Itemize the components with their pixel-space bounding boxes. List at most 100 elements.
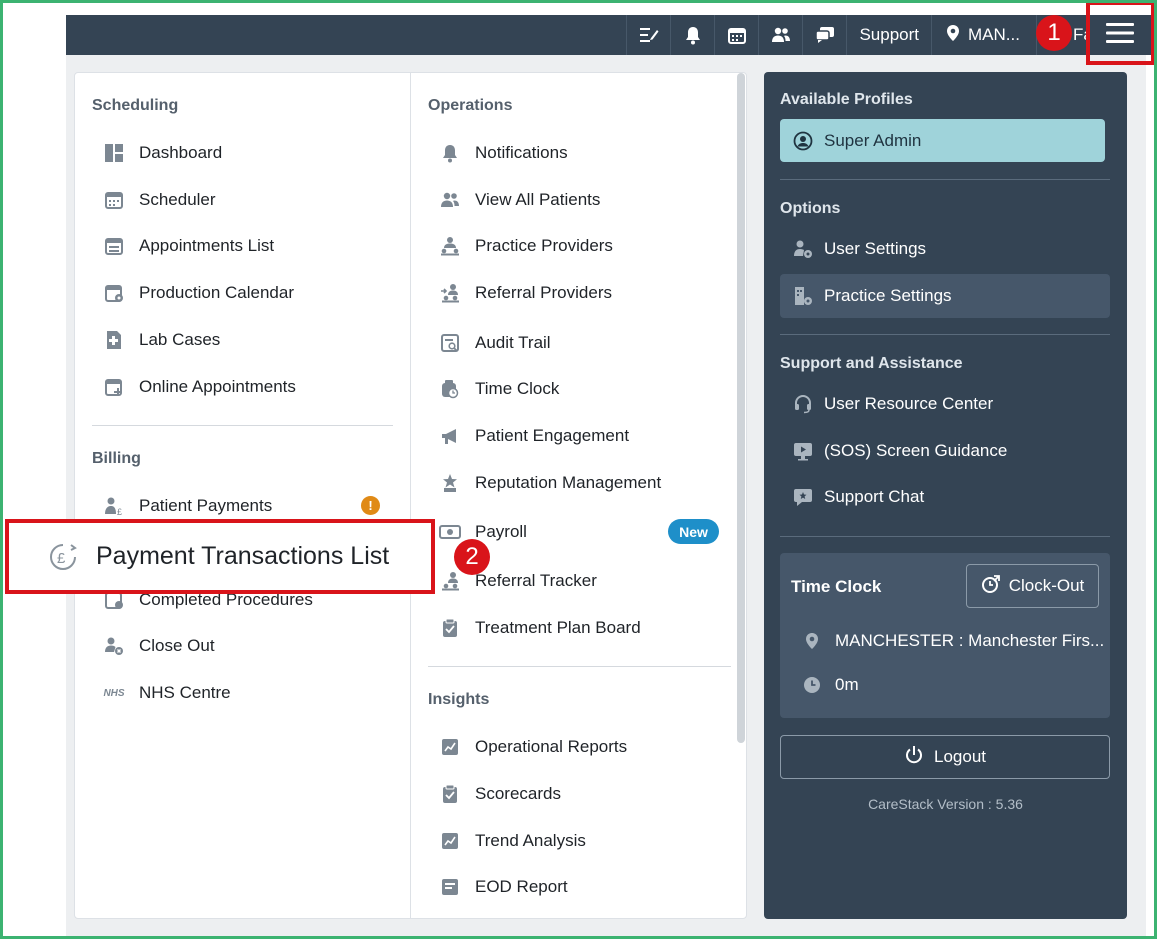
headset-icon bbox=[792, 393, 814, 415]
available-profiles-title: Available Profiles bbox=[780, 91, 913, 108]
billing-title: Billing bbox=[92, 450, 141, 467]
user-settings-item[interactable]: User Settings bbox=[780, 227, 1110, 271]
menu-item-label: Scheduler bbox=[139, 190, 216, 209]
time-clock-location: MANCHESTER : Manchester Firs... bbox=[802, 631, 1104, 651]
menu-scrollbar[interactable] bbox=[737, 73, 745, 743]
time-clock-icon bbox=[439, 378, 461, 400]
menu-item-audit-trail[interactable]: Audit Trail bbox=[439, 329, 551, 357]
clipboard-icon bbox=[439, 617, 461, 639]
payment-transactions-list-item[interactable]: £ Payment Transactions List bbox=[5, 519, 435, 594]
user-settings-label: User Settings bbox=[824, 239, 927, 258]
support-assistance-title: Support and Assistance bbox=[780, 355, 963, 372]
menu-button-highlight bbox=[1086, 1, 1155, 65]
menu-item-time-clock[interactable]: Time Clock bbox=[439, 375, 559, 403]
referral-tracker-icon bbox=[439, 570, 461, 592]
bell-icon[interactable] bbox=[670, 15, 714, 55]
dashboard-icon bbox=[103, 142, 125, 164]
menu-item-label: Referral Providers bbox=[475, 283, 612, 302]
menu-item-label: Dashboard bbox=[139, 143, 223, 162]
menu-item-label: Audit Trail bbox=[475, 333, 551, 352]
menu-item-eod-report[interactable]: EOD Report bbox=[439, 873, 568, 901]
menu-item-label: Payroll bbox=[475, 522, 527, 541]
map-pin-icon bbox=[946, 24, 960, 47]
menu-item-label: Production Calendar bbox=[139, 283, 294, 302]
clock-out-button[interactable]: Clock-Out bbox=[966, 564, 1099, 608]
chat-bubble-icon bbox=[792, 486, 814, 508]
support-chat-label: Support Chat bbox=[824, 487, 925, 506]
menu-item-reputation-management[interactable]: Reputation Management bbox=[439, 469, 661, 497]
menu-item-label: Reputation Management bbox=[475, 473, 662, 492]
menu-item-patient-payments[interactable]: £ Patient Payments bbox=[103, 492, 272, 520]
menu-item-scorecards[interactable]: Scorecards bbox=[439, 780, 561, 808]
menu-item-scheduler[interactable]: Scheduler bbox=[103, 186, 216, 214]
menu-item-notifications[interactable]: Notifications bbox=[439, 139, 568, 167]
support-link[interactable]: Support bbox=[846, 15, 931, 55]
profile-super-admin[interactable]: Super Admin bbox=[780, 119, 1105, 162]
version-text: CareStack Version : 5.36 bbox=[868, 796, 1023, 812]
menu-item-dashboard[interactable]: Dashboard bbox=[103, 139, 222, 167]
reputation-star-icon bbox=[439, 472, 461, 494]
lab-case-icon bbox=[103, 329, 125, 351]
menu-item-treatment-plan-board[interactable]: Treatment Plan Board bbox=[439, 614, 641, 642]
menu-item-label: Patient Payments bbox=[139, 496, 273, 515]
bell-icon bbox=[439, 142, 461, 164]
calendar-icon bbox=[103, 189, 125, 211]
menu-item-label: Close Out bbox=[139, 636, 215, 655]
menu-item-nhs-centre[interactable]: NHS NHS Centre bbox=[103, 679, 231, 707]
screen-guidance-item[interactable]: (SOS) Screen Guidance bbox=[780, 429, 1110, 473]
user-circle-icon bbox=[792, 130, 814, 152]
calendar-icon[interactable] bbox=[714, 15, 758, 55]
operations-title: Operations bbox=[428, 97, 513, 114]
menu-item-close-out[interactable]: Close Out bbox=[103, 632, 215, 660]
menu-item-label: NHS Centre bbox=[139, 683, 231, 702]
menu-item-trend-analysis[interactable]: Trend Analysis bbox=[439, 827, 586, 855]
menu-item-label: Referral Tracker bbox=[475, 571, 597, 590]
practice-settings-item[interactable]: Practice Settings bbox=[780, 274, 1110, 318]
patient-payment-icon: £ bbox=[103, 495, 125, 517]
menu-item-label: EOD Report bbox=[475, 877, 568, 896]
time-clock-elapsed-label: 0m bbox=[835, 675, 859, 694]
payroll-icon bbox=[439, 521, 461, 543]
menu-item-lab-cases[interactable]: Lab Cases bbox=[103, 326, 220, 354]
insights-title: Insights bbox=[428, 691, 490, 708]
screen-play-icon bbox=[792, 440, 814, 462]
menu-item-online-appointments[interactable]: Online Appointments bbox=[103, 373, 296, 401]
menu-item-practice-providers[interactable]: Practice Providers bbox=[439, 232, 613, 260]
payment-transactions-list-label: Payment Transactions List bbox=[96, 542, 390, 570]
warning-icon: ! bbox=[361, 496, 380, 515]
support-chat-item[interactable]: Support Chat bbox=[780, 475, 1110, 519]
menu-item-view-all-patients[interactable]: View All Patients bbox=[439, 186, 600, 214]
menu-item-label: Lab Cases bbox=[139, 330, 221, 349]
menu-item-referral-providers[interactable]: Referral Providers bbox=[439, 279, 612, 307]
calendar-list-icon bbox=[103, 235, 125, 257]
menu-item-label: Patient Engagement bbox=[475, 426, 630, 445]
task-list-icon[interactable] bbox=[626, 15, 670, 55]
options-title: Options bbox=[780, 200, 841, 217]
chat-icon[interactable] bbox=[802, 15, 846, 55]
menu-item-label: Treatment Plan Board bbox=[475, 618, 641, 637]
menu-item-appointments-list[interactable]: Appointments List bbox=[103, 232, 274, 260]
menu-item-production-calendar[interactable]: Production Calendar bbox=[103, 279, 294, 307]
menu-item-operational-reports[interactable]: Operational Reports bbox=[439, 733, 627, 761]
svg-text:£: £ bbox=[57, 550, 66, 567]
new-badge: New bbox=[668, 519, 719, 544]
logout-button[interactable]: Logout bbox=[780, 735, 1110, 779]
audit-trail-icon bbox=[439, 332, 461, 354]
time-clock-elapsed: 0m bbox=[802, 675, 859, 695]
user-resource-center-item[interactable]: User Resource Center bbox=[780, 382, 1110, 426]
menu-item-label: Scorecards bbox=[475, 784, 561, 803]
sidebar-divider bbox=[780, 536, 1110, 537]
location-selector[interactable]: MAN... bbox=[931, 15, 1036, 55]
sidebar-divider bbox=[780, 179, 1110, 180]
user-gear-icon bbox=[792, 238, 814, 260]
eod-report-icon bbox=[439, 876, 461, 898]
users-icon[interactable] bbox=[758, 15, 802, 55]
step-2-marker: 2 bbox=[454, 539, 490, 575]
scorecard-icon bbox=[439, 783, 461, 805]
menu-item-label: View All Patients bbox=[475, 190, 601, 209]
megaphone-icon bbox=[439, 425, 461, 447]
menu-item-patient-engagement[interactable]: Patient Engagement bbox=[439, 422, 629, 450]
power-icon bbox=[904, 745, 924, 770]
menu-item-label: Online Appointments bbox=[139, 377, 296, 396]
menu-item-label: Appointments List bbox=[139, 236, 275, 255]
